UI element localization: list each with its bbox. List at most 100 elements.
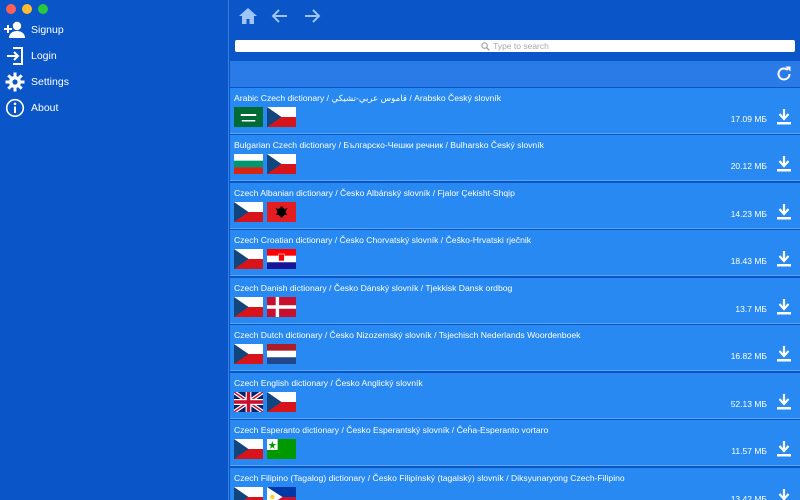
sidebar: Signup Login Settings About [0, 0, 229, 500]
file-size: 13.42 МБ [730, 493, 767, 500]
flag-cz-icon [234, 486, 263, 500]
file-size: 52.13 МБ [730, 398, 767, 409]
download-button[interactable] [776, 108, 792, 126]
dictionary-row[interactable]: Arabic Czech dictionary / قاموس عربي-تشي… [230, 88, 800, 134]
forward-button[interactable] [300, 5, 324, 27]
sidebar-item-label: About [31, 102, 59, 114]
dictionary-title: Arabic Czech dictionary / قاموس عربي-تشي… [234, 93, 502, 103]
search-input[interactable]: Type to search [235, 40, 795, 52]
login-icon [4, 45, 26, 67]
dictionary-title: Czech Esperanto dictionary / Česko Esper… [234, 425, 549, 436]
sidebar-item-about[interactable]: About [4, 95, 69, 121]
file-size: 11.57 МБ [731, 446, 767, 457]
file-size: 20.12 МБ [730, 161, 767, 172]
gear-icon [4, 71, 26, 93]
sidebar-item-login[interactable]: Login [4, 43, 69, 69]
list-toolbar [230, 61, 800, 87]
main-panel: Type to search Arabic Czech dictionary /… [230, 0, 800, 500]
flag-dk-icon [267, 296, 296, 317]
dictionary-title: Czech Albanian dictionary / Česko Albáns… [234, 187, 515, 198]
file-size: 14.23 МБ [730, 208, 767, 219]
download-button[interactable] [776, 155, 792, 173]
flag-cz-icon [234, 296, 263, 317]
flag-group [234, 344, 296, 365]
home-button[interactable] [236, 5, 260, 27]
dictionary-title: Czech Filipino (Tagalog) dictionary / Če… [234, 472, 625, 483]
back-button[interactable] [268, 5, 292, 27]
flag-bg-icon [234, 154, 263, 175]
flag-nl-icon [267, 344, 296, 365]
navigation-bar [236, 5, 324, 27]
download-icon [777, 393, 791, 410]
dictionary-row[interactable]: Bulgarian Czech dictionary / Българско-Ч… [230, 135, 800, 182]
flag-cz-icon [234, 439, 263, 460]
arrow-left-icon [271, 9, 287, 23]
sidebar-item-signup[interactable]: Signup [4, 17, 69, 43]
download-button[interactable] [776, 250, 792, 268]
dictionary-title: Czech Dutch dictionary / Česko Nizozemsk… [234, 330, 581, 341]
minimize-window-button[interactable] [22, 4, 32, 14]
flag-group [234, 154, 296, 175]
flag-group [234, 296, 296, 317]
home-icon [239, 8, 257, 24]
download-icon [777, 203, 791, 220]
flag-cz-icon [267, 154, 296, 175]
flag-cz-icon [234, 249, 263, 270]
flag-cz-icon [234, 344, 263, 365]
download-icon [777, 298, 791, 315]
flag-group [234, 486, 296, 500]
flag-al-icon [267, 201, 296, 222]
dictionary-row[interactable]: Czech English dictionary / Česko Anglick… [230, 372, 800, 419]
add-user-icon [4, 19, 26, 41]
refresh-button[interactable] [774, 64, 794, 84]
download-button[interactable] [776, 203, 792, 221]
dictionary-row[interactable]: Czech Albanian dictionary / Česko Albáns… [230, 182, 800, 229]
flag-cz-icon [234, 201, 263, 222]
flag-ph-icon [267, 486, 296, 500]
download-button[interactable] [776, 440, 792, 458]
flag-cz-icon [267, 391, 296, 412]
dictionary-row[interactable]: Czech Esperanto dictionary / Česko Esper… [230, 420, 800, 467]
dictionary-title: Czech Danish dictionary / Česko Dánský s… [234, 282, 513, 293]
flag-group [234, 107, 296, 127]
download-button[interactable] [776, 298, 792, 316]
sidebar-item-label: Signup [31, 24, 64, 36]
sidebar-menu: Signup Login Settings About [4, 17, 69, 121]
sidebar-item-settings[interactable]: Settings [4, 69, 69, 95]
zoom-window-button[interactable] [38, 4, 48, 14]
refresh-icon [777, 66, 791, 81]
flag-cz-icon [267, 107, 296, 127]
dictionary-row[interactable]: Czech Croatian dictionary / Česko Chorva… [230, 230, 800, 277]
arrow-right-icon [305, 9, 321, 23]
flag-group [234, 201, 296, 222]
flag-gb-icon [234, 391, 263, 412]
search-icon [481, 41, 490, 51]
download-button[interactable] [776, 345, 792, 363]
download-button[interactable] [776, 488, 792, 500]
download-icon [777, 251, 791, 267]
dictionary-row[interactable]: Czech Dutch dictionary / Česko Nizozemsk… [230, 325, 800, 372]
sidebar-item-label: Settings [31, 76, 69, 88]
flag-hr-icon [267, 249, 296, 270]
download-icon [778, 488, 790, 500]
dictionary-title: Czech Croatian dictionary / Česko Chorva… [234, 235, 532, 246]
download-icon [777, 109, 791, 125]
flag-group [234, 439, 296, 460]
search-placeholder: Type to search [493, 41, 549, 51]
dictionary-title: Czech English dictionary / Česko Anglick… [234, 377, 423, 388]
flag-group [234, 249, 296, 270]
file-size: 13.7 МБ [735, 303, 767, 314]
window-controls [6, 4, 48, 14]
file-size: 17.09 МБ [730, 114, 767, 124]
flag-eo-icon [267, 439, 296, 460]
file-size: 18.43 МБ [730, 256, 767, 267]
download-icon [777, 441, 791, 457]
download-button[interactable] [776, 393, 792, 411]
flag-group [234, 391, 296, 412]
close-window-button[interactable] [6, 4, 16, 14]
download-icon [777, 156, 791, 172]
dictionary-row[interactable]: Czech Filipino (Tagalog) dictionary / Če… [230, 467, 800, 500]
dictionary-row[interactable]: Czech Danish dictionary / Česko Dánský s… [230, 277, 800, 324]
dictionary-title: Bulgarian Czech dictionary / Българско-Ч… [234, 140, 544, 151]
file-size: 16.82 МБ [730, 351, 767, 362]
